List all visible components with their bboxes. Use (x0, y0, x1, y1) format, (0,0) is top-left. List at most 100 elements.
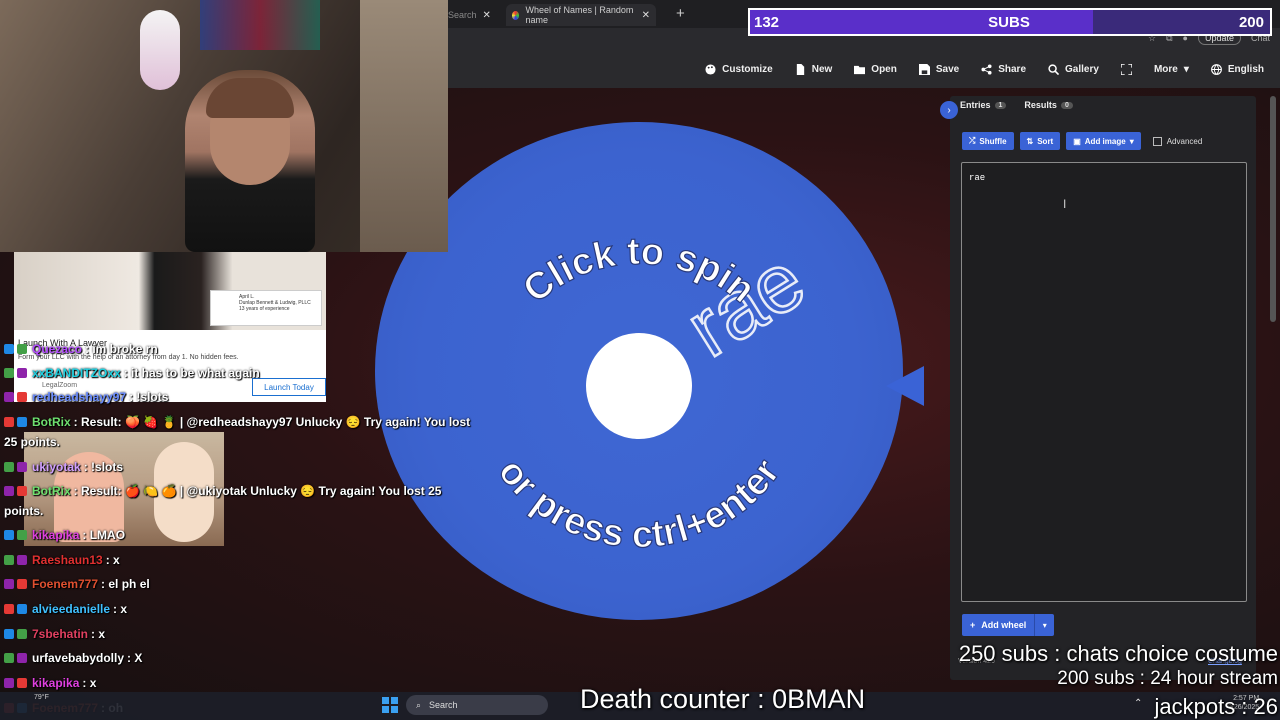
open-button[interactable]: Open (854, 64, 897, 75)
subs-goal: 200 (1238, 13, 1264, 31)
chat-username[interactable]: Foenem777 (32, 577, 98, 591)
tab-entries-label: Entries (960, 100, 991, 110)
chat-badge-icon (4, 530, 14, 540)
jackpots-counter: jackpots : 26 (1154, 694, 1278, 719)
chat-message: 7sbehatin: x (4, 627, 105, 641)
sort-button[interactable]: ⇅ Sort (1019, 132, 1061, 150)
chat-message: kikapika: x (4, 676, 96, 690)
palette-icon (705, 63, 716, 75)
chat-message: urfavebabydolly: X (4, 651, 142, 665)
page-scrollbar[interactable] (1270, 96, 1276, 322)
chat-message: points. (4, 504, 43, 518)
chat-username[interactable]: 7sbehatin (32, 627, 88, 641)
chat-badge-icon (4, 678, 14, 688)
subs-label: SUBS (988, 13, 1030, 31)
gallery-button[interactable]: Gallery (1048, 64, 1099, 75)
close-icon[interactable]: ✕ (642, 10, 650, 21)
svg-text:Click to spin: Click to spin (516, 231, 763, 312)
chat-message: alvieedanielle: x (4, 602, 127, 616)
chat-badge-icon (17, 486, 27, 496)
chat-message: BotRix: Result: 🍑 🍓 🍍 | @redheadshayy97 … (4, 415, 470, 429)
share-icon (981, 63, 992, 75)
taskbar-search[interactable]: ⌕ Search (406, 695, 548, 715)
fullscreen-button[interactable] (1120, 63, 1132, 75)
tab-results[interactable]: Results 0 (1024, 100, 1073, 110)
chat-text: : x (113, 602, 128, 616)
chat-username[interactable]: kikapika (32, 676, 79, 690)
tab-entries[interactable]: Entries 1 (960, 100, 1007, 110)
chat-message: Raeshaun13: x (4, 553, 120, 567)
chat-overlay: Quezaco: im broke rn xxBANDITZOxx: it has… (0, 336, 520, 720)
tab-results-count: 0 (1060, 101, 1073, 109)
chat-username[interactable]: kikapika (32, 528, 79, 542)
subs-goal-bar: 132 SUBS 200 (748, 8, 1272, 36)
chat-username[interactable]: BotRix (32, 415, 71, 429)
chat-username[interactable]: xxBANDITZOxx (32, 366, 121, 380)
chat-message: Quezaco: im broke rn (4, 342, 158, 356)
tab-search-label: Search (448, 10, 477, 20)
more-menu[interactable]: More ▾ (1154, 64, 1189, 75)
new-tab-icon[interactable]: + (676, 5, 685, 22)
advanced-checkbox[interactable]: Advanced (1152, 136, 1202, 146)
entries-textarea[interactable]: rae I (961, 162, 1247, 602)
chat-username[interactable]: urfavebabydolly (32, 651, 124, 665)
chat-message: redheadshayy97: !slots (4, 390, 168, 404)
language-menu[interactable]: English (1210, 63, 1264, 75)
new-button[interactable]: New (795, 63, 832, 75)
wheel-pointer-icon (886, 366, 924, 406)
chat-username[interactable]: ukiyotak (32, 460, 81, 474)
chat-message: xxBANDITZOxx: it has to be what again (4, 366, 260, 380)
chat-text: : Result: 🍎 🍋 🍊 | @ukiyotak Unlucky 😔 Tr… (73, 484, 442, 498)
windows-start-icon[interactable] (382, 697, 398, 713)
chat-badge-icon (17, 392, 27, 402)
chat-badge-icon (4, 368, 14, 378)
customize-button[interactable]: Customize (705, 64, 773, 75)
chat-text: : it has to be what again (123, 366, 260, 380)
chat-username[interactable]: Quezaco (32, 342, 82, 356)
webcam-feed (0, 0, 448, 252)
globe-icon (1210, 63, 1222, 75)
save-button[interactable]: Save (918, 63, 959, 75)
goal-line-1: 250 subs : chats choice costume (958, 641, 1278, 666)
chat-message: ukiyotak: !slots (4, 460, 123, 474)
chat-badge-icon (17, 530, 27, 540)
chevron-down-icon[interactable]: ▾ (1034, 614, 1055, 636)
chat-badge-icon (17, 629, 27, 639)
search-icon (1048, 63, 1060, 75)
sort-icon: ⇅ (1026, 136, 1034, 146)
tray-chevron-icon[interactable]: ⌃ (1134, 698, 1142, 709)
wheel-hub[interactable] (586, 333, 692, 439)
share-label: Share (998, 63, 1027, 75)
chat-badge-icon (17, 462, 27, 472)
subs-current: 132 (754, 13, 780, 31)
chat-text: : LMAO (82, 528, 126, 542)
chat-username[interactable]: alvieedanielle (32, 602, 110, 616)
tab-wheel-of-names[interactable]: Wheel of Names | Random name ✕ (506, 4, 656, 26)
entries-panel: › Entries 1 Results 0 ⤮ Shuffle ⇅ Sort ▣… (940, 96, 1256, 680)
chat-text: : x (91, 627, 106, 641)
image-icon: ▣ (1073, 136, 1081, 146)
weather-widget[interactable]: 79°F (34, 694, 49, 701)
chat-username[interactable]: Raeshaun13 (32, 553, 103, 567)
customize-label: Customize (722, 63, 773, 75)
add-wheel-button[interactable]: + Add wheel ▾ (962, 614, 1055, 636)
shuffle-button[interactable]: ⤮ Shuffle (962, 132, 1014, 150)
share-button[interactable]: Share (981, 64, 1026, 75)
chat-badge-icon (17, 653, 27, 663)
chat-badge-icon (4, 486, 14, 496)
chat-message: kikapika: LMAO (4, 528, 125, 542)
death-counter: Death counter : 0BMAN (580, 684, 866, 714)
search-icon: ⌕ (416, 699, 422, 710)
chat-text: : !slots (129, 390, 169, 404)
chat-badge-icon (17, 678, 27, 688)
tab-search[interactable]: Search ✕ (448, 4, 506, 26)
close-icon[interactable]: ✕ (483, 10, 491, 21)
chat-username[interactable]: redheadshayy97 (32, 390, 126, 404)
tab-results-label: Results (1024, 100, 1057, 110)
chat-message: Foenem777: el ph el (4, 577, 150, 591)
chat-username[interactable]: BotRix (32, 484, 71, 498)
taskbar-search-label: Search (429, 700, 458, 710)
add-image-button[interactable]: ▣ Add image ▾ (1066, 132, 1141, 150)
chat-text: 25 points. (4, 435, 61, 449)
gallery-label: Gallery (1065, 63, 1099, 75)
